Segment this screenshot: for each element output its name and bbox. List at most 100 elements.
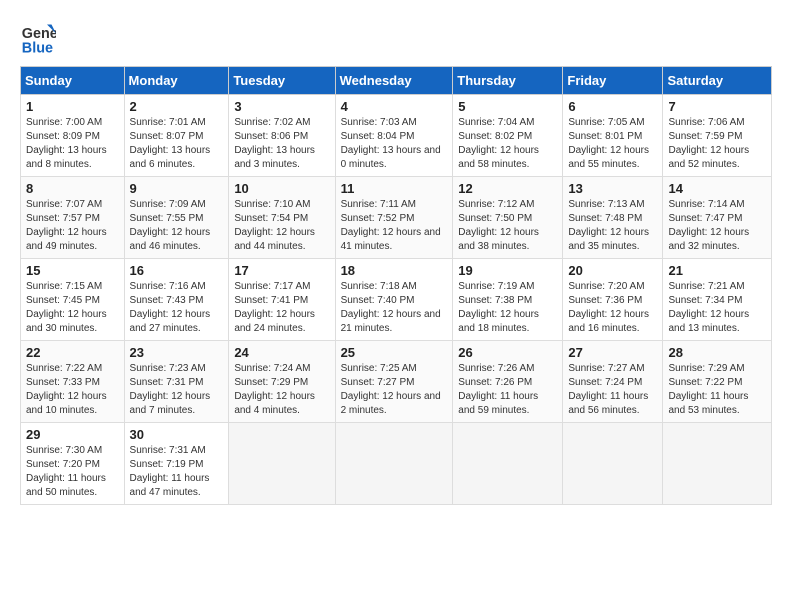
day-info: Sunrise: 7:27 AMSunset: 7:24 PMDaylight:… bbox=[568, 362, 657, 418]
day-info: Sunrise: 7:26 AMSunset: 7:26 PMDaylight:… bbox=[458, 362, 557, 418]
day-info: Sunrise: 7:21 AMSunset: 7:34 PMDaylight:… bbox=[668, 280, 766, 336]
week-row-4: 22 Sunrise: 7:22 AMSunset: 7:33 PMDayligh… bbox=[21, 341, 772, 423]
day-number: 26 bbox=[458, 345, 557, 360]
calendar-cell: 2 Sunrise: 7:01 AMSunset: 8:07 PMDaylight… bbox=[124, 95, 229, 177]
calendar-cell: 10Sunrise: 7:10 AMSunset: 7:54 PMDayligh… bbox=[229, 177, 335, 259]
calendar-cell bbox=[335, 423, 453, 505]
day-number: 20 bbox=[568, 263, 657, 278]
day-number: 25 bbox=[341, 345, 448, 360]
calendar-cell: 1 Sunrise: 7:00 AMSunset: 8:09 PMDaylight… bbox=[21, 95, 125, 177]
day-number: 27 bbox=[568, 345, 657, 360]
calendar-cell bbox=[229, 423, 335, 505]
day-info: Sunrise: 7:25 AMSunset: 7:27 PMDaylight:… bbox=[341, 362, 448, 418]
calendar-cell: 15 Sunrise: 7:15 AMSunset: 7:45 PMDayligh… bbox=[21, 259, 125, 341]
day-number: 3 bbox=[234, 99, 329, 114]
day-number: 21 bbox=[668, 263, 766, 278]
day-info: Sunrise: 7:07 AMSunset: 7:57 PMDaylight:… bbox=[26, 198, 119, 254]
day-info: Sunrise: 7:01 AMSunset: 8:07 PMDaylight:… bbox=[130, 116, 224, 172]
day-number: 11 bbox=[341, 181, 448, 196]
day-info: Sunrise: 7:22 AMSunset: 7:33 PMDaylight:… bbox=[26, 362, 119, 418]
calendar-cell: 30 Sunrise: 7:31 AMSunset: 7:19 PMDayligh… bbox=[124, 423, 229, 505]
day-number: 16 bbox=[130, 263, 224, 278]
calendar-cell: 19 Sunrise: 7:19 AMSunset: 7:38 PMDayligh… bbox=[453, 259, 563, 341]
calendar-cell: 27 Sunrise: 7:27 AMSunset: 7:24 PMDayligh… bbox=[563, 341, 663, 423]
day-number: 7 bbox=[668, 99, 766, 114]
day-info: Sunrise: 7:17 AMSunset: 7:41 PMDaylight:… bbox=[234, 280, 329, 336]
calendar-cell: 18 Sunrise: 7:18 AMSunset: 7:40 PMDayligh… bbox=[335, 259, 453, 341]
calendar-cell: 12 Sunrise: 7:12 AMSunset: 7:50 PMDayligh… bbox=[453, 177, 563, 259]
column-header-tuesday: Tuesday bbox=[229, 67, 335, 95]
day-number: 28 bbox=[668, 345, 766, 360]
day-number: 15 bbox=[26, 263, 119, 278]
column-header-sunday: Sunday bbox=[21, 67, 125, 95]
calendar-cell: 29 Sunrise: 7:30 AMSunset: 7:20 PMDayligh… bbox=[21, 423, 125, 505]
svg-text:Blue: Blue bbox=[22, 40, 53, 56]
day-info: Sunrise: 7:11 AMSunset: 7:52 PMDaylight:… bbox=[341, 198, 448, 254]
calendar-cell: 5Sunrise: 7:04 AMSunset: 8:02 PMDaylight… bbox=[453, 95, 563, 177]
header-row: SundayMondayTuesdayWednesdayThursdayFrid… bbox=[21, 67, 772, 95]
day-info: Sunrise: 7:20 AMSunset: 7:36 PMDaylight:… bbox=[568, 280, 657, 336]
calendar-cell: 11 Sunrise: 7:11 AMSunset: 7:52 PMDayligh… bbox=[335, 177, 453, 259]
day-info: Sunrise: 7:00 AMSunset: 8:09 PMDaylight:… bbox=[26, 116, 119, 172]
day-info: Sunrise: 7:23 AMSunset: 7:31 PMDaylight:… bbox=[130, 362, 224, 418]
day-info: Sunrise: 7:04 AMSunset: 8:02 PMDaylight:… bbox=[458, 116, 557, 172]
calendar-cell bbox=[563, 423, 663, 505]
calendar-cell: 17Sunrise: 7:17 AMSunset: 7:41 PMDayligh… bbox=[229, 259, 335, 341]
column-header-thursday: Thursday bbox=[453, 67, 563, 95]
day-number: 6 bbox=[568, 99, 657, 114]
day-number: 19 bbox=[458, 263, 557, 278]
calendar-cell: 8Sunrise: 7:07 AMSunset: 7:57 PMDaylight… bbox=[21, 177, 125, 259]
calendar-cell: 23 Sunrise: 7:23 AMSunset: 7:31 PMDayligh… bbox=[124, 341, 229, 423]
day-info: Sunrise: 7:12 AMSunset: 7:50 PMDaylight:… bbox=[458, 198, 557, 254]
day-info: Sunrise: 7:30 AMSunset: 7:20 PMDaylight:… bbox=[26, 444, 119, 500]
day-info: Sunrise: 7:18 AMSunset: 7:40 PMDaylight:… bbox=[341, 280, 448, 336]
column-header-monday: Monday bbox=[124, 67, 229, 95]
logo-icon: General Blue bbox=[20, 20, 56, 56]
day-info: Sunrise: 7:10 AMSunset: 7:54 PMDaylight:… bbox=[234, 198, 329, 254]
day-info: Sunrise: 7:06 AMSunset: 7:59 PMDaylight:… bbox=[668, 116, 766, 172]
day-number: 23 bbox=[130, 345, 224, 360]
week-row-5: 29 Sunrise: 7:30 AMSunset: 7:20 PMDayligh… bbox=[21, 423, 772, 505]
calendar-table: SundayMondayTuesdayWednesdayThursdayFrid… bbox=[20, 66, 772, 505]
day-number: 2 bbox=[130, 99, 224, 114]
calendar-cell: 6 Sunrise: 7:05 AMSunset: 8:01 PMDaylight… bbox=[563, 95, 663, 177]
day-number: 14 bbox=[668, 181, 766, 196]
calendar-cell: 26 Sunrise: 7:26 AMSunset: 7:26 PMDayligh… bbox=[453, 341, 563, 423]
day-number: 22 bbox=[26, 345, 119, 360]
day-number: 30 bbox=[130, 427, 224, 442]
column-header-wednesday: Wednesday bbox=[335, 67, 453, 95]
week-row-3: 15 Sunrise: 7:15 AMSunset: 7:45 PMDayligh… bbox=[21, 259, 772, 341]
day-number: 1 bbox=[26, 99, 119, 114]
day-number: 4 bbox=[341, 99, 448, 114]
day-info: Sunrise: 7:02 AMSunset: 8:06 PMDaylight:… bbox=[234, 116, 329, 172]
calendar-cell: 24Sunrise: 7:24 AMSunset: 7:29 PMDayligh… bbox=[229, 341, 335, 423]
calendar-cell: 25 Sunrise: 7:25 AMSunset: 7:27 PMDayligh… bbox=[335, 341, 453, 423]
day-info: Sunrise: 7:19 AMSunset: 7:38 PMDaylight:… bbox=[458, 280, 557, 336]
calendar-cell: 20 Sunrise: 7:20 AMSunset: 7:36 PMDayligh… bbox=[563, 259, 663, 341]
day-info: Sunrise: 7:05 AMSunset: 8:01 PMDaylight:… bbox=[568, 116, 657, 172]
page-header: General Blue bbox=[20, 20, 772, 56]
calendar-cell: 4 Sunrise: 7:03 AMSunset: 8:04 PMDaylight… bbox=[335, 95, 453, 177]
day-number: 12 bbox=[458, 181, 557, 196]
column-header-saturday: Saturday bbox=[663, 67, 772, 95]
day-info: Sunrise: 7:13 AMSunset: 7:48 PMDaylight:… bbox=[568, 198, 657, 254]
logo: General Blue bbox=[20, 20, 56, 56]
calendar-cell: 16 Sunrise: 7:16 AMSunset: 7:43 PMDayligh… bbox=[124, 259, 229, 341]
day-number: 29 bbox=[26, 427, 119, 442]
calendar-cell bbox=[663, 423, 772, 505]
column-header-friday: Friday bbox=[563, 67, 663, 95]
calendar-cell: 13 Sunrise: 7:13 AMSunset: 7:48 PMDayligh… bbox=[563, 177, 663, 259]
day-number: 18 bbox=[341, 263, 448, 278]
calendar-cell: 14 Sunrise: 7:14 AMSunset: 7:47 PMDayligh… bbox=[663, 177, 772, 259]
day-info: Sunrise: 7:14 AMSunset: 7:47 PMDaylight:… bbox=[668, 198, 766, 254]
calendar-cell: 22 Sunrise: 7:22 AMSunset: 7:33 PMDayligh… bbox=[21, 341, 125, 423]
calendar-cell: 21 Sunrise: 7:21 AMSunset: 7:34 PMDayligh… bbox=[663, 259, 772, 341]
week-row-1: 1 Sunrise: 7:00 AMSunset: 8:09 PMDaylight… bbox=[21, 95, 772, 177]
day-number: 13 bbox=[568, 181, 657, 196]
day-info: Sunrise: 7:15 AMSunset: 7:45 PMDaylight:… bbox=[26, 280, 119, 336]
day-info: Sunrise: 7:31 AMSunset: 7:19 PMDaylight:… bbox=[130, 444, 224, 500]
calendar-cell bbox=[453, 423, 563, 505]
week-row-2: 8Sunrise: 7:07 AMSunset: 7:57 PMDaylight… bbox=[21, 177, 772, 259]
day-info: Sunrise: 7:03 AMSunset: 8:04 PMDaylight:… bbox=[341, 116, 448, 172]
day-info: Sunrise: 7:16 AMSunset: 7:43 PMDaylight:… bbox=[130, 280, 224, 336]
